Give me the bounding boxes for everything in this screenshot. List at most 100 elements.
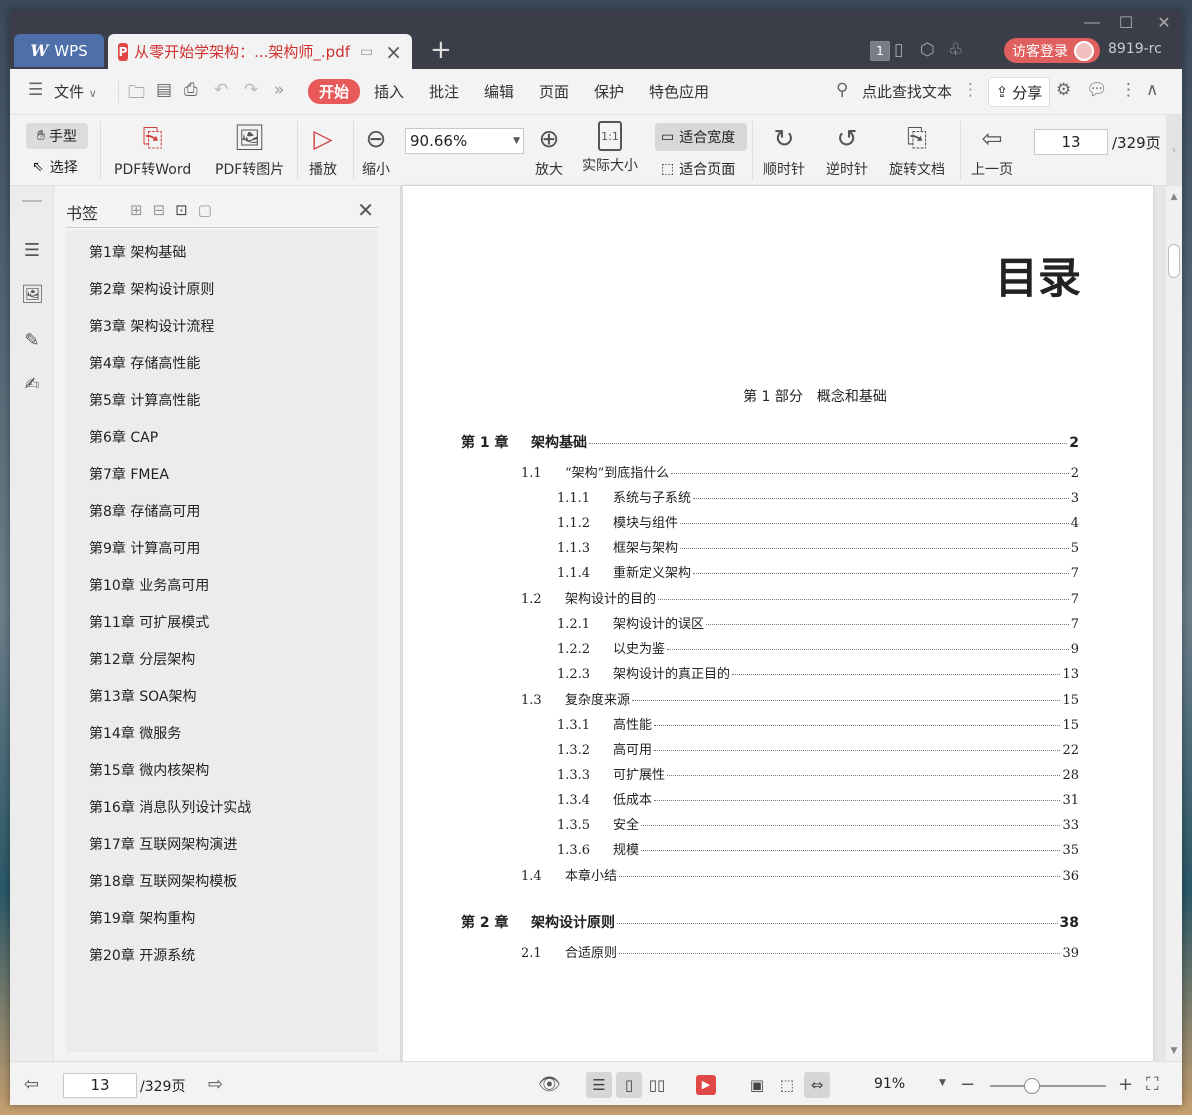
thumbnail-image-icon[interactable]: 🖼︎	[21, 284, 44, 306]
toc-entry[interactable]: 第 2 章 架构设计原则 38	[461, 912, 1079, 932]
bookmark-item[interactable]: 第20章 开源系统	[89, 945, 195, 965]
bookmark-item[interactable]: 第2章 架构设计原则	[89, 279, 214, 299]
fit-width-button[interactable]: ▭ 适合宽度	[655, 123, 747, 151]
scroll-down-icon[interactable]: ▼	[1166, 1046, 1182, 1056]
file-menu[interactable]: 文件 ∨	[54, 81, 97, 102]
toc-entry[interactable]: 1.2.2 以史为鉴 9	[557, 638, 1079, 657]
continuous-view-icon[interactable]: ☰	[586, 1072, 612, 1098]
toc-entry[interactable]: 1.1.4 重新定义架构 7	[557, 562, 1079, 581]
signature-icon[interactable]: ✍︎	[21, 374, 43, 396]
previous-page-button[interactable]: ⇦ 上一页	[971, 121, 1013, 179]
collapse-all-icon[interactable]: ⊟	[153, 201, 166, 219]
tab-edit[interactable]: 编辑	[484, 81, 514, 102]
page-number-input[interactable]: 13	[1034, 129, 1108, 155]
fit-page-view-icon[interactable]: ⬚	[774, 1072, 800, 1098]
tab-insert[interactable]: 插入	[374, 81, 404, 102]
open-folder-icon[interactable]: 🗀	[128, 80, 145, 109]
toc-entry[interactable]: 1.3.3 可扩展性 28	[557, 764, 1079, 783]
zoom-out-minus-icon[interactable]: −	[960, 1074, 975, 1095]
bookmark-item[interactable]: 第13章 SOA架构	[89, 686, 197, 706]
close-window-button[interactable]: ✕	[1148, 12, 1180, 34]
bookmark-item[interactable]: 第6章 CAP	[89, 427, 158, 447]
zoom-out-button[interactable]: ⊖ 缩小	[362, 121, 390, 179]
next-page-icon[interactable]: ⇨	[208, 1074, 223, 1095]
zoom-slider-thumb[interactable]	[1023, 1078, 1040, 1094]
notification-count-badge[interactable]: 1	[870, 41, 890, 61]
bookmark-item[interactable]: 第14章 微服务	[89, 723, 181, 743]
toc-entry[interactable]: 1.3 复杂度来源 15	[521, 689, 1079, 708]
document-tab[interactable]: P 从零开始学架构：...架构师_.pdf ▭ ×	[108, 34, 412, 69]
single-page-view-icon[interactable]: ▯	[616, 1072, 642, 1098]
toc-entry[interactable]: 1.4 本章小结 36	[521, 865, 1079, 884]
bookmark-item[interactable]: 第18章 互联网架构模板	[89, 871, 237, 891]
guest-login-button[interactable]: 访客登录	[1004, 38, 1100, 63]
bookmark-item[interactable]: 第16章 消息队列设计实战	[89, 797, 251, 817]
save-icon[interactable]: ▤	[156, 80, 172, 100]
hamburger-menu-icon[interactable]: ☰	[28, 80, 43, 100]
actual-size-button[interactable]: 1:1 实际大小	[582, 121, 638, 175]
bookmark-item[interactable]: 第1章 架构基础	[89, 242, 186, 262]
more-vertical-icon[interactable]: ⋮	[962, 80, 979, 100]
more-vertical-icon[interactable]: ⋮	[1120, 80, 1137, 100]
maximize-button[interactable]: ☐	[1110, 12, 1142, 34]
wps-home-tab[interactable]: W WPS	[14, 34, 104, 67]
chevron-down-icon[interactable]: ▼	[939, 1078, 946, 1088]
bookmark-item[interactable]: 第11章 可扩展模式	[89, 612, 209, 632]
more-tools-icon[interactable]: »	[274, 80, 284, 100]
play-button[interactable]: ▷ 播放	[309, 121, 337, 179]
toc-entry[interactable]: 1.3.4 低成本 31	[557, 789, 1079, 808]
toc-entry[interactable]: 1.2.3 架构设计的真正目的 13	[557, 663, 1079, 682]
share-button[interactable]: ⇪ 分享	[988, 77, 1050, 107]
scroll-up-icon[interactable]: ▲	[1166, 192, 1182, 202]
toc-entry[interactable]: 1.2.1 架构设计的误区 7	[557, 613, 1079, 632]
bookmark-item[interactable]: 第9章 计算高可用	[89, 538, 200, 558]
fullscreen-icon[interactable]: ⛶	[1146, 1074, 1159, 1095]
rotate-document-button[interactable]: ⎘ 旋转文档	[889, 121, 945, 179]
vertical-scrollbar[interactable]: ▲ ▼	[1166, 186, 1182, 1061]
zoom-select[interactable]: 90.66% ▼	[405, 128, 524, 154]
previous-page-icon[interactable]: ⇦	[24, 1074, 39, 1095]
bookmark-item[interactable]: 第8章 存储高可用	[89, 501, 200, 521]
comment-icon[interactable]: 💬︎	[1086, 80, 1108, 100]
bookmark-item[interactable]: 第12章 分层架构	[89, 649, 195, 669]
toolbar-scroll-right[interactable]: ›	[1166, 115, 1182, 186]
pdf-to-word-button[interactable]: ⎘ PDF转Word	[114, 121, 191, 179]
bookmark-item[interactable]: 第19章 架构重构	[89, 908, 195, 928]
bookmark-item[interactable]: 第4章 存储高性能	[89, 353, 200, 373]
bookmark-item[interactable]: 第7章 FMEA	[89, 464, 169, 484]
tab-page[interactable]: 页面	[539, 81, 569, 102]
toc-entry[interactable]: 1.1.1 系统与子系统 3	[557, 487, 1079, 506]
toc-entry[interactable]: 1.3.2 高可用 22	[557, 739, 1079, 758]
status-zoom-level[interactable]: 91%	[874, 1076, 905, 1092]
eye-protection-icon[interactable]: 👁︎	[538, 1074, 561, 1095]
fit-width-view-icon[interactable]: ⇔	[804, 1072, 830, 1098]
presentation-play-icon[interactable]: ▶	[696, 1075, 716, 1095]
search-icon[interactable]: ⚲	[836, 80, 848, 100]
expand-all-icon[interactable]: ⊞	[130, 201, 143, 219]
zoom-slider[interactable]	[990, 1085, 1106, 1087]
find-text-button[interactable]: 点此查找文本	[862, 81, 952, 102]
rail-handle[interactable]	[22, 200, 42, 202]
toc-entry[interactable]: 1.1 “架构”到底指什么 2	[521, 462, 1079, 481]
toc-entry[interactable]: 1.3.1 高性能 15	[557, 714, 1079, 733]
toc-entry[interactable]: 1.1.3 框架与架构 5	[557, 537, 1079, 556]
document-view[interactable]: 目录 第 1 部分 概念和基础 第 1 章架构基础 2 1.1 “架构”到底指什么 2 1…	[400, 186, 1166, 1061]
bookmark-item[interactable]: 第15章 微内核架构	[89, 760, 209, 780]
bookmark-item[interactable]: 第5章 计算高性能	[89, 390, 200, 410]
minimize-button[interactable]: —	[1076, 12, 1108, 34]
select-tool-button[interactable]: ⇖ 选择	[32, 157, 78, 177]
tab-special-apps[interactable]: 特色应用	[649, 81, 709, 102]
close-icon[interactable]: ✕	[357, 198, 374, 222]
tab-annotate[interactable]: 批注	[429, 81, 459, 102]
close-tab-icon[interactable]: ×	[385, 42, 402, 62]
toc-entry[interactable]: 1.2 架构设计的目的 7	[521, 588, 1079, 607]
annotation-pen-icon[interactable]: ✎	[21, 330, 43, 352]
shirt-icon[interactable]: ♧	[948, 40, 963, 60]
zoom-in-button[interactable]: ⊕ 放大	[535, 121, 563, 179]
tab-start[interactable]: 开始	[308, 79, 361, 104]
two-page-view-icon[interactable]: ▯▯	[644, 1072, 670, 1098]
hand-tool-button[interactable]: ✋︎ 手型	[26, 123, 88, 149]
collapse-ribbon-icon[interactable]: ∧	[1146, 80, 1158, 100]
print-icon[interactable]: ⎙	[184, 80, 198, 100]
status-page-input[interactable]: 13	[63, 1073, 137, 1098]
